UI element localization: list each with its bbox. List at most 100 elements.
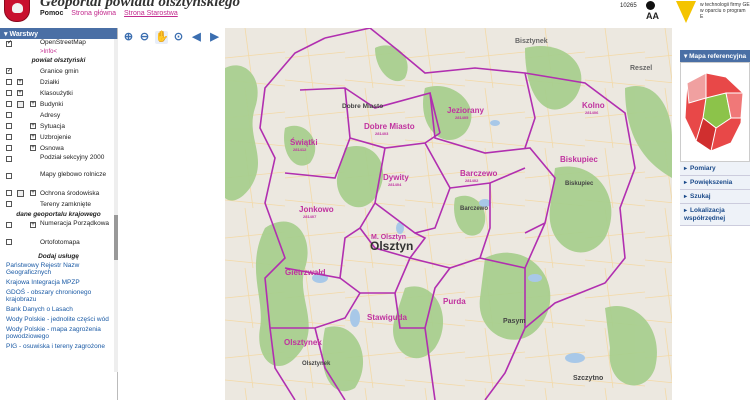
visit-counter: 10265 <box>620 3 637 9</box>
service-link[interactable]: PIG - osuwiska i tereny zagrożone <box>0 343 117 350</box>
legend-icon[interactable] <box>17 101 24 108</box>
layer-openstreetmap[interactable]: OpenStreetMap >Info< <box>0 39 117 56</box>
map-label-gmina: Purda <box>443 297 466 306</box>
layer-group-title: powiat olsztyński <box>31 57 86 64</box>
expand-icon[interactable]: + <box>17 90 23 96</box>
layer-checkbox[interactable] <box>6 134 12 140</box>
font-size-control[interactable]: AA <box>646 0 659 22</box>
layer-granice-gmin[interactable]: Granice gmin <box>0 66 117 77</box>
layer-checkbox[interactable] <box>6 123 12 129</box>
layer-checkbox[interactable] <box>6 112 12 118</box>
layer-checkbox[interactable] <box>6 66 12 77</box>
service-link[interactable]: GDOŚ - obszary chronionego krajobrazu <box>0 289 117 303</box>
font-size-label[interactable]: AA <box>646 11 659 21</box>
map-label-gmina: Dywity <box>383 173 409 182</box>
zoom-out-icon[interactable]: ⊖ <box>138 31 151 44</box>
layer-checkbox[interactable] <box>6 239 12 245</box>
layer-tereny-zamkniete[interactable]: Tereny zamknięte <box>0 199 117 210</box>
layer-numeracja[interactable]: + Numeracja Porządkowa <box>0 220 117 237</box>
map-label-gmina: Jonkowo <box>299 205 334 214</box>
map-label-gmina: Kolno <box>582 101 605 110</box>
map-label-gmina: Biskupiec <box>560 155 598 164</box>
map-label-gmina: Olsztynek <box>284 338 322 347</box>
service-link[interactable]: Państwowy Rejestr Nazw Geograficznych <box>0 262 117 276</box>
layer-uzbrojenie[interactable]: + Uzbrojenie <box>0 132 117 143</box>
service-link[interactable]: Bank Danych o Lasach <box>0 306 117 313</box>
expand-icon[interactable]: + <box>17 79 23 85</box>
layer-checkbox[interactable] <box>6 222 12 228</box>
zoom-box-icon[interactable]: ⊙ <box>172 31 185 44</box>
geo-logo <box>676 1 696 25</box>
service-link[interactable]: Wody Polskie - jednolite części wód <box>0 316 117 323</box>
map-label-town: Bisztynek <box>515 38 548 45</box>
layer-checkbox[interactable] <box>6 79 12 85</box>
layer-checkbox[interactable] <box>6 190 12 196</box>
map-label-gmina: Dobre Miasto <box>364 122 415 131</box>
service-link[interactable]: Wody Polskie - mapa zagrożenia powodziow… <box>0 326 117 340</box>
layer-mapy-glebowo[interactable]: Mapy glebowo rolnicze <box>0 171 117 188</box>
add-service-title: Dodaj usługę <box>38 253 79 260</box>
expand-icon[interactable]: + <box>30 145 36 151</box>
map-code-label: 281406 <box>585 110 599 115</box>
measurements-panel[interactable]: ▸ Pomiary <box>680 162 750 176</box>
layer-checkbox[interactable] <box>6 90 12 96</box>
layer-checkbox[interactable] <box>6 156 12 162</box>
map-label-gmina: Barczewo <box>460 169 497 178</box>
pan-hand-icon[interactable]: ✋ <box>155 31 169 44</box>
help-link[interactable]: Pomoc <box>40 10 63 17</box>
map-view[interactable]: Bisztynek Reszel Dobre Miasto Jeziorany … <box>225 28 672 400</box>
layer-klasouzytki[interactable]: + Klasoużytki <box>0 88 117 99</box>
map-label-town: Biskupiec <box>565 181 594 187</box>
coordinate-location-panel[interactable]: ▸ Lokalizacja współrzędnej <box>680 204 750 226</box>
legend-icon[interactable] <box>17 190 24 197</box>
layers-header[interactable]: ▾ Warstwy <box>0 28 117 39</box>
map-label-town: Pasym <box>503 318 526 325</box>
layer-sytuacja[interactable]: + Sytuacja <box>0 121 117 132</box>
map-label-town: Barczewo <box>460 206 488 212</box>
zoom-panel[interactable]: ▸ Powiększenia <box>680 176 750 190</box>
map-code-label: 281402 <box>465 178 479 183</box>
map-code-label: 281407 <box>303 214 317 219</box>
map-label-town: Reszel <box>630 65 652 72</box>
map-label-town: Szczytno <box>573 375 603 382</box>
layers-scrollbar-thumb[interactable] <box>114 215 118 260</box>
zoom-in-icon[interactable]: ⊕ <box>122 31 135 44</box>
expand-icon[interactable]: + <box>30 101 36 107</box>
forward-arrow-icon[interactable]: ▶ <box>208 31 221 44</box>
search-panel[interactable]: ▸ Szukaj <box>680 190 750 204</box>
service-link[interactable]: Krajowa Integracja MPZP <box>0 279 117 286</box>
map-code-label: 281412 <box>293 147 307 152</box>
layer-podzial-sekcyjny[interactable]: Podział sekcyjny 2000 <box>0 154 117 171</box>
layer-adresy[interactable]: Adresy <box>0 110 117 121</box>
reference-map-header[interactable]: ▾ Mapa referencyjna <box>680 50 750 62</box>
layer-ochrona-srodowiska[interactable]: + Ochrona środowiska <box>0 188 117 199</box>
back-arrow-icon[interactable]: ◀ <box>190 31 203 44</box>
starostwo-link[interactable]: Strona Starostwa <box>124 10 178 17</box>
layer-checkbox[interactable] <box>6 101 12 107</box>
map-label-town: Dobre Miasto <box>342 103 383 110</box>
map-label-gmina: Jeziorany <box>447 106 484 115</box>
layer-osnowa[interactable]: + Osnowa <box>0 143 117 154</box>
layer-group-title: dane geoportalu krajowego <box>16 211 101 218</box>
layer-checkbox[interactable] <box>6 39 12 47</box>
layer-checkbox[interactable] <box>6 201 12 207</box>
layer-checkbox[interactable] <box>6 145 12 151</box>
layer-checkbox[interactable] <box>6 173 12 179</box>
home-link[interactable]: Strona główna <box>71 10 116 17</box>
map-canvas[interactable]: Bisztynek Reszel Dobre Miasto Jeziorany … <box>225 28 672 400</box>
tools-panel: ▾ Mapa referencyjna ▸ Pomiary ▸ Powiększen… <box>680 50 750 400</box>
layer-budynki[interactable]: + Budynki <box>0 99 117 110</box>
map-label-gmina: Gietrzwałd <box>285 268 326 277</box>
expand-icon[interactable]: + <box>30 134 36 140</box>
expand-icon[interactable]: + <box>30 123 36 129</box>
expand-icon[interactable]: + <box>30 222 36 228</box>
header: Geoportal powiatu olsztyńskiego Pomoc St… <box>0 0 750 28</box>
reference-map[interactable] <box>680 62 750 162</box>
layers-scrollbar[interactable] <box>114 39 118 372</box>
info-link[interactable]: >Info< <box>40 48 57 56</box>
contrast-icon[interactable] <box>646 0 655 10</box>
layer-dzialki[interactable]: + Działki <box>0 77 117 88</box>
expand-icon[interactable]: + <box>30 190 36 196</box>
credit-text: w technologii firmy GE w oparciu o progr… <box>700 2 750 20</box>
layer-ortofotomapa[interactable]: Ortofotomapa <box>0 237 117 248</box>
